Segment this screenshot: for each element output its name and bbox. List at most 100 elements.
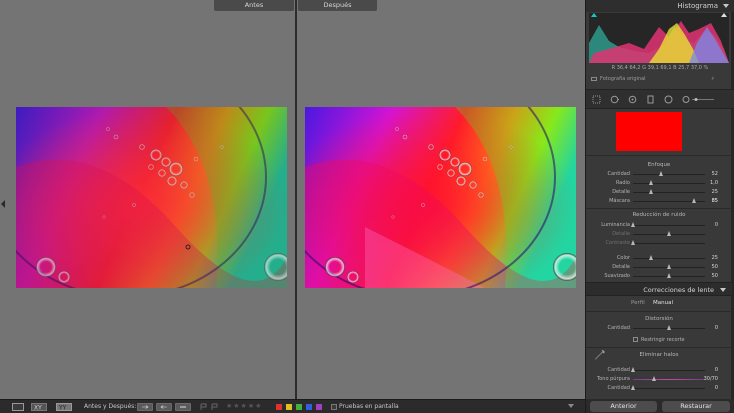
tool-strip	[586, 89, 734, 109]
slider-value[interactable]: 0	[715, 325, 718, 331]
swap-before-after-icon[interactable]	[175, 403, 191, 411]
slider-track[interactable]	[633, 174, 705, 175]
slider-thumb[interactable]	[666, 325, 671, 330]
slider-thumb[interactable]	[630, 385, 635, 390]
collapse-triangle-icon[interactable]	[720, 288, 726, 292]
slider-thumb[interactable]	[648, 180, 653, 185]
copy-before-to-after-icon[interactable]	[137, 403, 153, 411]
slider-track[interactable]	[633, 225, 705, 226]
before-photo[interactable]	[16, 107, 287, 288]
adjustment-brush-icon[interactable]	[682, 95, 716, 104]
tab-profile[interactable]: Perfil	[631, 300, 645, 306]
slider-sharpening-detail[interactable]: Detalle 25	[586, 188, 732, 196]
histogram-header[interactable]: Histograma	[586, 0, 734, 12]
slider-track[interactable]	[633, 388, 705, 389]
crop-tool-icon[interactable]	[592, 95, 601, 104]
slider-track[interactable]	[633, 258, 705, 259]
reset-button[interactable]: Restaurar	[662, 401, 730, 412]
color-label-green[interactable]	[296, 404, 302, 410]
slider-sharpening-radius[interactable]: Radio 1,0	[586, 179, 732, 187]
soft-proofing-checkbox[interactable]	[331, 404, 337, 410]
slider-thumb[interactable]	[630, 367, 635, 372]
svg-text:XY: XY	[34, 405, 42, 412]
color-label-red[interactable]	[276, 404, 282, 410]
spot-removal-icon[interactable]	[610, 95, 619, 104]
slider-label: Máscara	[609, 198, 630, 204]
highlight-clipping-icon[interactable]	[721, 13, 727, 17]
slider-thumb[interactable]	[652, 376, 657, 381]
slider-value[interactable]: 50	[712, 273, 718, 279]
toolbar-menu-icon[interactable]	[568, 404, 574, 408]
original-photo-toggle[interactable]: Fotografía original ⚡	[591, 76, 715, 82]
tab-manual[interactable]: Manual	[653, 300, 673, 306]
color-label-blue[interactable]	[306, 404, 312, 410]
loupe-view-icon[interactable]	[12, 403, 24, 411]
slider-value[interactable]: 30/70	[704, 376, 718, 382]
slider-thumb[interactable]	[659, 171, 664, 176]
panel-button-row: Anterior Restaurar	[586, 399, 734, 413]
star-rating[interactable]: ★★★★★	[226, 402, 262, 410]
slider-value[interactable]: 0	[715, 222, 718, 228]
slider-value[interactable]: 1,0	[710, 180, 718, 186]
checkbox-box[interactable]	[633, 337, 638, 342]
slider-luminance-contrast[interactable]: Contraste	[586, 239, 732, 247]
lens-corrections-header[interactable]: Correcciones de lente	[586, 282, 732, 296]
slider-purple-hue[interactable]: Tono púrpura 30/70	[586, 375, 732, 383]
slider-label: Cantidad	[607, 367, 631, 373]
slider-track[interactable]	[633, 192, 705, 193]
slider-thumb[interactable]	[666, 264, 671, 269]
slider-value[interactable]: 50	[712, 264, 718, 270]
slider-color-detail[interactable]: Detalle 50	[586, 263, 732, 271]
section-separator	[586, 311, 732, 312]
shadow-clipping-icon[interactable]	[591, 13, 597, 17]
before-after-mode-icon[interactable]: YY	[56, 403, 72, 411]
left-panel-toggle-icon[interactable]	[1, 200, 5, 208]
histogram-readout: R 36,4 64,2 G 39,1 69,1 B 25,7 37,0 %	[611, 65, 709, 71]
slider-thumb[interactable]	[691, 198, 696, 203]
slider-track[interactable]	[633, 183, 705, 184]
slider-track[interactable]	[633, 370, 705, 371]
slider-value[interactable]: 85	[712, 198, 718, 204]
slider-track[interactable]	[633, 243, 705, 244]
after-photo[interactable]	[305, 107, 576, 288]
slider-luminance[interactable]: Luminancia 0	[586, 221, 732, 229]
slider-track[interactable]	[633, 379, 705, 380]
previous-button[interactable]: Anterior	[590, 401, 657, 412]
slider-value[interactable]: 52	[712, 171, 718, 177]
compare-xy-icon[interactable]: XY	[31, 403, 47, 411]
collapse-triangle-icon[interactable]	[723, 4, 729, 8]
graduated-filter-icon[interactable]	[646, 95, 655, 104]
soft-proofing-label: Pruebas en pantalla	[339, 403, 399, 410]
radial-filter-icon[interactable]	[664, 95, 673, 104]
slider-thumb[interactable]	[666, 273, 671, 278]
copy-after-to-before-icon[interactable]	[156, 403, 172, 411]
slider-green-amount[interactable]: Cantidad 0	[586, 384, 732, 392]
flag-icons[interactable]	[199, 403, 221, 411]
slider-value[interactable]: 25	[712, 255, 718, 261]
slider-distortion-amount[interactable]: Cantidad 0	[586, 324, 732, 332]
slider-color[interactable]: Color 25	[586, 254, 732, 262]
slider-label: Detalle	[612, 231, 630, 237]
color-label-purple[interactable]	[316, 404, 322, 410]
slider-value[interactable]: 0	[715, 367, 718, 373]
slider-purple-amount[interactable]: Cantidad 0	[586, 366, 732, 374]
lens-corrections-title: Correcciones de lente	[643, 286, 714, 294]
bottom-toolbar: XY YY Antes y Después: ★★★★★ Pruebas en …	[0, 399, 585, 413]
slider-thumb[interactable]	[648, 255, 653, 260]
restrict-crop-checkbox[interactable]: Restringir recorte	[633, 337, 685, 343]
noise-reduction-title: Reducción de ruido	[632, 212, 686, 218]
slider-luminance-detail[interactable]: Detalle	[586, 230, 732, 238]
color-label-yellow[interactable]	[286, 404, 292, 410]
slider-thumb[interactable]	[630, 240, 635, 245]
slider-thumb[interactable]	[666, 231, 671, 236]
red-eye-icon[interactable]	[628, 95, 637, 104]
histogram-graph[interactable]	[589, 13, 729, 63]
slider-thumb[interactable]	[648, 189, 653, 194]
slider-smoothness[interactable]: Suavizado 50	[586, 272, 732, 280]
slider-sharpening-amount[interactable]: Cantidad 52	[586, 170, 732, 178]
slider-value[interactable]: 25	[712, 189, 718, 195]
slider-thumb[interactable]	[630, 222, 635, 227]
slider-sharpening-masking[interactable]: Máscara 85	[586, 197, 732, 205]
lightning-icon: ⚡	[711, 76, 715, 82]
slider-value[interactable]: 0	[715, 385, 718, 391]
